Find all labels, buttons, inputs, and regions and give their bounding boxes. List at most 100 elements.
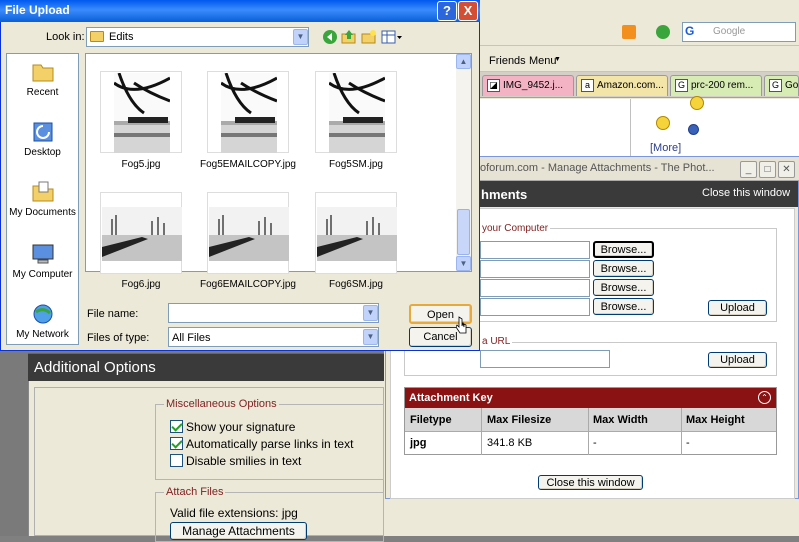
manage-attachments-button[interactable]: Manage Attachments	[170, 522, 307, 540]
file-name: Fog5EMAILCOPY.jpg	[200, 159, 296, 170]
help-button[interactable]: ?	[437, 1, 457, 21]
file-name: Fog5SM.jpg	[329, 159, 383, 170]
file-path-input[interactable]	[480, 260, 590, 278]
browser-tab[interactable]: G Go	[764, 75, 799, 96]
file-path-input[interactable]	[480, 279, 590, 297]
dialog-title: File Upload	[5, 3, 70, 17]
table-cell: -	[686, 437, 690, 449]
close-button[interactable]: X	[458, 1, 478, 21]
image-icon: ◪	[487, 79, 500, 92]
look-in-label: Look in:	[46, 31, 85, 43]
look-in-value: Edits	[109, 31, 134, 43]
table-cell: 341.8 KB	[487, 437, 533, 449]
manage-attachments-heading: hments	[481, 187, 528, 202]
collapse-icon[interactable]: ⌃	[758, 391, 771, 404]
up-folder-icon[interactable]	[341, 29, 357, 45]
browser-tab[interactable]: a Amazon.com...	[576, 75, 668, 96]
chevron-down-icon[interactable]: ▼	[363, 329, 378, 345]
file-path-input[interactable]	[480, 241, 590, 259]
google-icon: G	[769, 79, 782, 92]
file-thumbnail[interactable]	[100, 71, 182, 153]
file-thumbnail[interactable]	[207, 71, 289, 153]
file-name: Fog6.jpg	[121, 279, 161, 290]
upload-url-button[interactable]: Upload	[708, 352, 767, 368]
photo-thumbnail-image	[209, 207, 289, 261]
maximize-icon[interactable]: □	[759, 161, 776, 178]
smiley-icon[interactable]	[656, 116, 670, 130]
checkbox[interactable]	[170, 454, 183, 467]
table-cell: -	[593, 437, 597, 449]
file-upload-titlebar	[0, 0, 480, 22]
valid-extensions-text: Valid file extensions: jpg	[170, 506, 298, 520]
attachment-key-header: Attachment Key	[405, 388, 776, 408]
google-search-box[interactable]: G Google	[682, 22, 796, 42]
folder-icon	[90, 31, 104, 42]
google-icon: G	[675, 79, 688, 92]
file-path-input[interactable]	[480, 298, 590, 316]
minimize-icon[interactable]: _	[740, 161, 757, 178]
close-icon[interactable]: ✕	[778, 161, 795, 178]
chevron-down-icon[interactable]: ▼	[293, 29, 308, 45]
option-show-signature[interactable]: Show your signature	[170, 420, 295, 434]
place-recent[interactable]: Recent	[6, 60, 79, 98]
file-thumbnail[interactable]	[315, 71, 397, 153]
file-name: Fog5.jpg	[121, 159, 161, 170]
browse-button[interactable]: Browse...	[593, 260, 654, 277]
place-my-computer[interactable]: My Computer	[6, 242, 79, 280]
file-thumbnail[interactable]	[207, 192, 289, 274]
scroll-up-icon[interactable]: ▲	[456, 54, 471, 69]
browse-button[interactable]: Browse...	[593, 279, 654, 296]
friends-link[interactable]: Friends	[489, 55, 526, 67]
browser-links-bar	[480, 46, 799, 72]
search-placeholder: Google	[713, 26, 746, 37]
place-desktop[interactable]: Desktop	[6, 120, 79, 158]
photo-thumbnail-image	[114, 73, 170, 153]
file-name-label: File name:	[87, 308, 139, 320]
chevron-down-icon: ▼	[554, 56, 561, 63]
more-smilies-link[interactable]: [More]	[650, 142, 681, 154]
go-icon[interactable]	[656, 25, 670, 39]
close-window-button[interactable]: Close this window	[538, 475, 643, 490]
upload-url-legend: a URL	[480, 336, 513, 347]
browse-button[interactable]: Browse...	[593, 298, 654, 315]
place-my-documents[interactable]: My Documents	[6, 180, 79, 218]
photo-thumbnail-image	[317, 207, 397, 261]
new-folder-icon[interactable]	[361, 29, 377, 45]
photo-thumbnail-image	[102, 207, 182, 261]
scrollbar-thumb[interactable]	[457, 209, 470, 255]
window-title: oforum.com - Manage Attachments - The Ph…	[480, 162, 715, 174]
view-menu-icon[interactable]	[381, 29, 403, 45]
misc-options-legend: Miscellaneous Options	[164, 398, 279, 410]
mouse-pointer-icon	[456, 316, 467, 334]
url-input[interactable]	[480, 350, 610, 368]
smiley-icon[interactable]	[690, 96, 704, 110]
back-icon[interactable]	[322, 29, 338, 45]
browse-button[interactable]: Browse...	[593, 241, 654, 258]
close-window-link[interactable]: Close this window	[702, 187, 790, 199]
menu-link[interactable]: Menu	[529, 55, 557, 67]
checkbox[interactable]	[170, 420, 183, 433]
file-thumbnail[interactable]	[100, 192, 182, 274]
option-parse-links[interactable]: Automatically parse links in text	[170, 437, 353, 451]
file-thumbnail[interactable]	[315, 192, 397, 274]
my-computer-icon	[32, 244, 53, 264]
file-name: Fog6SM.jpg	[329, 279, 383, 290]
chevron-down-icon[interactable]: ▼	[363, 305, 378, 321]
file-name: Fog6EMAILCOPY.jpg	[200, 279, 296, 290]
my-network-icon	[33, 304, 52, 324]
checkbox[interactable]	[170, 437, 183, 450]
smiley-icon[interactable]	[688, 124, 699, 135]
files-of-type-value: All Files	[172, 332, 211, 344]
file-name-input[interactable]: ▼	[168, 303, 379, 323]
browser-tab-bar: ◪ IMG_9452.j... a Amazon.com... Gprc-200 r…	[480, 72, 799, 98]
photo-thumbnail-image	[329, 73, 385, 153]
option-disable-smilies[interactable]: Disable smilies in text	[170, 454, 301, 468]
browser-tab[interactable]: Gprc-200 rem...	[670, 75, 762, 96]
additional-options-header: Additional Options	[28, 353, 384, 381]
column-header: Max Filesize	[487, 414, 552, 426]
upload-button[interactable]: Upload	[708, 300, 767, 316]
scroll-down-icon[interactable]: ▼	[456, 256, 471, 271]
place-my-network[interactable]: My Network	[6, 302, 79, 340]
browser-tab[interactable]: ◪ IMG_9452.j...	[482, 75, 574, 96]
rss-icon[interactable]	[622, 25, 636, 39]
